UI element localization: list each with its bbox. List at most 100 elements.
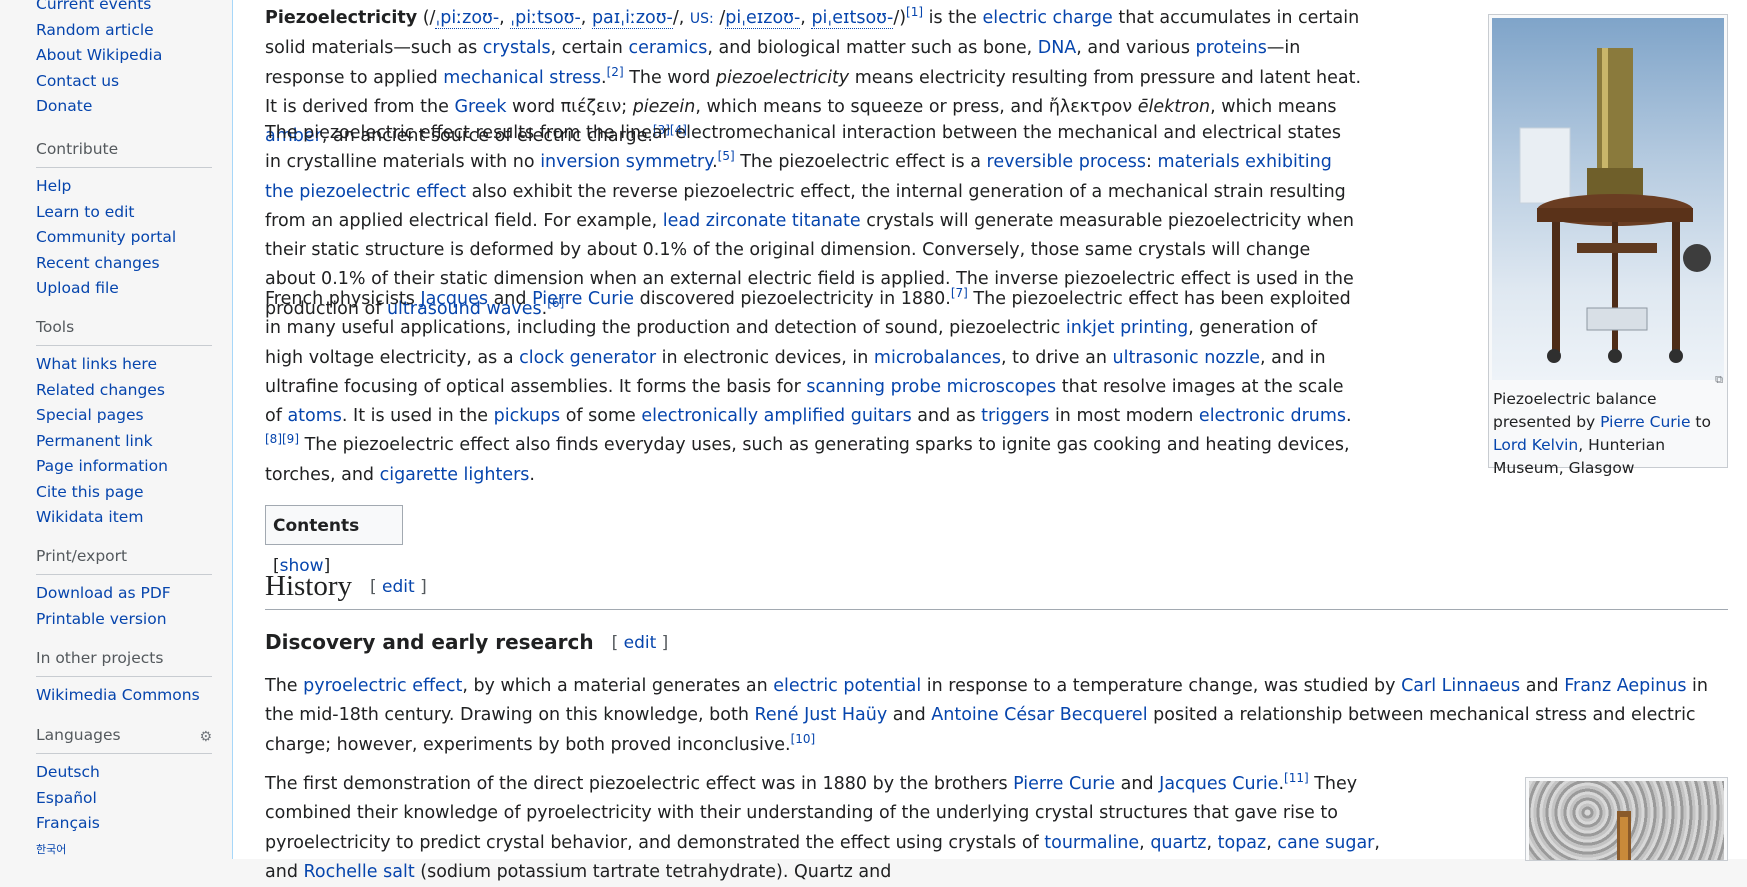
caption-link-lord-kelvin[interactable]: Lord Kelvin [1493, 436, 1578, 454]
caption-link-pierre-curie[interactable]: Pierre Curie [1600, 413, 1690, 431]
link-inversion-symmetry[interactable]: inversion symmetry [540, 152, 712, 172]
sidebar-heading-contribute: Contribute [36, 139, 212, 168]
link-lead-zirconate-titanate[interactable]: lead zirconate titanate [663, 211, 861, 231]
sidebar-item-upload-file[interactable]: Upload file [36, 276, 212, 302]
reference-7[interactable]: [7] [951, 286, 968, 300]
sidebar-item-what-links-here[interactable]: What links here [36, 352, 212, 378]
link-cane-sugar[interactable]: cane sugar [1277, 833, 1374, 853]
sidebar-item-lang-francais[interactable]: Français [36, 811, 212, 837]
link-inkjet-printing[interactable]: inkjet printing [1066, 318, 1188, 338]
piezoelectric-balance-image[interactable] [1492, 18, 1724, 380]
ipa-link-4[interactable]: piˌeɪzoʊ- [725, 8, 801, 29]
link-dna[interactable]: DNA [1038, 38, 1077, 58]
reference-10[interactable]: [10] [791, 732, 816, 746]
sidebar-item-community-portal[interactable]: Community portal [36, 225, 212, 251]
sidebar-heading-tools: Tools [36, 317, 212, 346]
text: . [1346, 406, 1352, 427]
link-electric-charge[interactable]: electric charge [982, 8, 1112, 28]
sidebar-item-help[interactable]: Help [36, 174, 212, 200]
sidebar-item-page-information[interactable]: Page information [36, 454, 212, 480]
link-jacques-curie[interactable]: Jacques Curie [1159, 774, 1278, 794]
sidebar-item-donate[interactable]: Donate [36, 94, 212, 120]
edit-bracket: [ [370, 577, 383, 597]
sidebar-item-learn-to-edit[interactable]: Learn to edit [36, 200, 212, 226]
link-jacques[interactable]: Jacques [420, 289, 488, 309]
reference-8[interactable]: [8] [265, 433, 282, 447]
link-atoms[interactable]: atoms [287, 406, 341, 426]
text: and [1115, 774, 1160, 794]
sidebar-heading-languages: Languages ⚙ [36, 725, 212, 754]
paragraph-first-demonstration: The first demonstration of the direct pi… [265, 770, 1385, 887]
link-quartz[interactable]: quartz [1150, 833, 1206, 853]
gear-icon[interactable]: ⚙ [199, 727, 212, 747]
link-rochelle-salt[interactable]: Rochelle salt [304, 862, 415, 882]
link-carl-linnaeus[interactable]: Carl Linnaeus [1401, 676, 1520, 696]
edit-discovery-link[interactable]: edit [624, 633, 657, 653]
reference-1[interactable]: [1] [906, 5, 923, 19]
reference-9[interactable]: [9] [282, 433, 299, 447]
edit-bracket: ] [656, 633, 669, 653]
caption-text: to [1690, 413, 1711, 431]
link-pierre-curie[interactable]: Pierre Curie [532, 289, 634, 309]
sidebar-item-wikidata-item[interactable]: Wikidata item [36, 505, 212, 531]
sidebar-item-lang-espanol[interactable]: Español [36, 786, 212, 812]
reference-2[interactable]: [2] [607, 65, 624, 79]
link-electronically-amplified-guitars[interactable]: electronically amplified guitars [641, 406, 911, 426]
ipa-link-5[interactable]: piˌeɪtsoʊ- [811, 8, 894, 29]
link-reversible-process[interactable]: reversible process [987, 152, 1146, 172]
sidebar-item-lang-korean[interactable]: 한국어 [36, 837, 212, 863]
link-crystals[interactable]: crystals [483, 38, 551, 58]
reference-11[interactable]: [11] [1284, 771, 1309, 785]
sidebar-item-random-article[interactable]: Random article [36, 18, 212, 44]
link-tourmaline[interactable]: tourmaline [1044, 833, 1139, 853]
text: , [1266, 832, 1278, 853]
sidebar-item-permanent-link[interactable]: Permanent link [36, 429, 212, 455]
link-franz-aepinus[interactable]: Franz Aepinus [1564, 676, 1686, 696]
sidebar-item-download-pdf[interactable]: Download as PDF [36, 581, 212, 607]
link-cigarette-lighters[interactable]: cigarette lighters [380, 465, 530, 485]
sidebar-item-contact-us[interactable]: Contact us [36, 69, 212, 95]
sidebar-item-special-pages[interactable]: Special pages [36, 403, 212, 429]
link-pyroelectric-effect[interactable]: pyroelectric effect [303, 676, 462, 696]
italic-term: piezoelectricity [715, 67, 850, 88]
text: is the [923, 8, 983, 28]
text: The first demonstration of the direct pi… [265, 774, 1014, 794]
link-scanning-probe-microscopes[interactable]: scanning probe microscopes [806, 377, 1056, 397]
enlarge-icon[interactable]: ⧉ [1715, 373, 1723, 387]
link-topaz[interactable]: topaz [1218, 833, 1267, 853]
link-clock-generator[interactable]: clock generator [519, 348, 656, 368]
link-microbalances[interactable]: microbalances [874, 348, 1001, 368]
link-rene-just-hauy[interactable]: René Just Haüy [755, 705, 888, 725]
sidebar-item-about-wikipedia[interactable]: About Wikipedia [36, 43, 212, 69]
sidebar-item-printable-version[interactable]: Printable version [36, 607, 212, 633]
us-pronunciation-link[interactable]: US: [690, 11, 714, 27]
link-pierre-curie[interactable]: Pierre Curie [1013, 774, 1115, 794]
reference-5[interactable]: [5] [718, 149, 735, 163]
link-antoine-cesar-becquerel[interactable]: Antoine César Becquerel [931, 705, 1147, 725]
sidebar-item-lang-deutsch[interactable]: Deutsch [36, 760, 212, 786]
ipa-link-3[interactable]: paɪˌiːzoʊ- [591, 8, 673, 29]
link-mechanical-stress[interactable]: mechanical stress [443, 68, 601, 88]
sidebar-item-recent-changes[interactable]: Recent changes [36, 251, 212, 277]
link-pickups[interactable]: pickups [494, 406, 561, 426]
link-triggers[interactable]: triggers [981, 406, 1049, 426]
crystal-micrograph-image[interactable] [1529, 781, 1724, 860]
sidebar-item-current-events[interactable]: Current events [36, 0, 212, 18]
edit-history-link[interactable]: edit [382, 577, 415, 597]
heading-text: Discovery and early research [265, 630, 594, 654]
link-ultrasonic-nozzle[interactable]: ultrasonic nozzle [1113, 348, 1261, 368]
sidebar-item-wikimedia-commons[interactable]: Wikimedia Commons [36, 683, 212, 709]
text: /, [672, 8, 690, 28]
edit-bracket: ] [414, 577, 427, 597]
sidebar-item-related-changes[interactable]: Related changes [36, 378, 212, 404]
link-electric-potential[interactable]: electric potential [773, 676, 921, 696]
link-ceramics[interactable]: ceramics [628, 38, 707, 58]
text: of some [560, 406, 642, 427]
ipa-link-2[interactable]: ˌpiːtsoʊ- [510, 8, 581, 29]
link-proteins[interactable]: proteins [1196, 38, 1267, 58]
sidebar-item-cite-this-page[interactable]: Cite this page [36, 480, 212, 506]
link-greek[interactable]: Greek [454, 97, 506, 117]
link-electronic-drums[interactable]: electronic drums [1199, 406, 1346, 426]
sidebar-other-projects: In other projects Wikimedia Commons [36, 648, 212, 709]
ipa-link-1[interactable]: ˌpiːzoʊ- [435, 8, 500, 29]
